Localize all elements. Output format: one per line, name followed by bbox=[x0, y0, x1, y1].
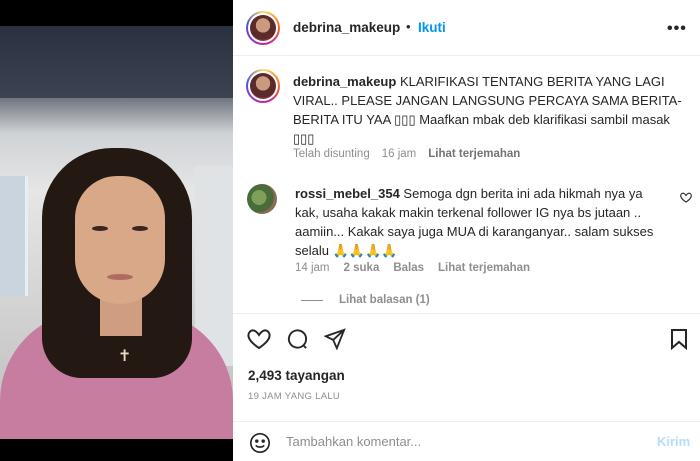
caption-time: 16 jam bbox=[381, 148, 417, 160]
add-comment-input[interactable]: Tambahkan komentar... bbox=[286, 434, 421, 449]
commenter-avatar[interactable] bbox=[247, 184, 277, 214]
person-mouth bbox=[107, 274, 133, 280]
window-background bbox=[0, 176, 28, 296]
comment-likes[interactable]: 2 suka bbox=[344, 262, 380, 274]
comment-meta: 14 jam 2 suka Balas Lihat terjemahan bbox=[295, 262, 544, 274]
more-icon[interactable]: ••• bbox=[667, 20, 687, 38]
save-bookmark-icon[interactable] bbox=[670, 328, 688, 355]
caption-translate-link[interactable]: Lihat terjemahan bbox=[428, 148, 520, 160]
comment-translate-link[interactable]: Lihat terjemahan bbox=[438, 262, 530, 274]
separator-dot: • bbox=[406, 19, 411, 34]
view-replies-label[interactable]: Lihat balasan (1) bbox=[339, 294, 430, 306]
view-count[interactable]: 2,493 tayangan bbox=[248, 368, 345, 383]
necklace-pendant: ✝ bbox=[118, 346, 132, 365]
caption-avatar[interactable] bbox=[246, 69, 280, 103]
comment-text: rossi_mebel_354 Semoga dgn berita ini ad… bbox=[295, 184, 665, 260]
view-replies[interactable]: Lihat balasan (1) bbox=[301, 294, 430, 306]
comment-bubble-icon[interactable] bbox=[286, 328, 309, 356]
author-avatar[interactable] bbox=[246, 11, 280, 45]
video-frame[interactable]: ✝ bbox=[0, 26, 233, 439]
post-header: debrina_makeup • Ikuti ••• bbox=[233, 0, 700, 56]
caption-text: debrina_makeup KLARIFIKASI TENTANG BERIT… bbox=[293, 72, 683, 148]
comment-time: 14 jam bbox=[295, 262, 330, 274]
replies-divider-line bbox=[301, 299, 323, 301]
post-media[interactable]: ✝ bbox=[0, 0, 233, 461]
post-date: 19 JAM YANG LALU bbox=[248, 391, 341, 402]
person-eye-left bbox=[92, 226, 108, 231]
share-send-icon[interactable] bbox=[323, 328, 346, 355]
person-eye-right bbox=[132, 226, 148, 231]
caption-meta: Telah disunting 16 jam Lihat terjemahan bbox=[293, 148, 532, 160]
send-comment-button[interactable]: Kirim bbox=[657, 434, 690, 449]
emoji-icon[interactable] bbox=[249, 432, 271, 459]
commenter-username[interactable]: rossi_mebel_354 bbox=[295, 186, 400, 201]
like-heart-icon[interactable] bbox=[247, 328, 271, 355]
person-face bbox=[75, 176, 165, 304]
author-username[interactable]: debrina_makeup bbox=[293, 20, 400, 35]
caption-username[interactable]: debrina_makeup bbox=[293, 74, 396, 89]
ceiling-background bbox=[0, 26, 233, 98]
follow-button[interactable]: Ikuti bbox=[418, 20, 446, 35]
comment-like-icon[interactable] bbox=[680, 192, 692, 206]
reply-button[interactable]: Balas bbox=[393, 262, 424, 274]
edited-label: Telah disunting bbox=[293, 148, 370, 160]
add-comment-bar: Tambahkan komentar... Kirim bbox=[233, 421, 700, 461]
post-side-panel: debrina_makeup • Ikuti ••• debrina_makeu… bbox=[233, 0, 700, 461]
